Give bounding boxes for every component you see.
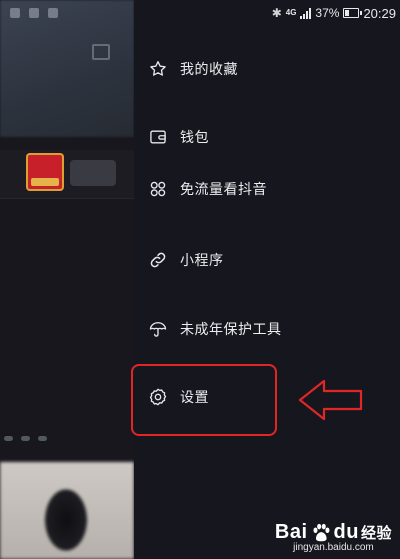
battery-percent: 37% [315,6,340,20]
menu-item-label: 免流量看抖音 [180,181,267,197]
umbrella-icon [148,319,168,339]
pointer-arrow-icon [298,379,363,421]
watermark-logo: Bai du 经验 [274,521,392,543]
background-video-card [0,0,134,137]
background-action-pill [70,160,116,186]
menu-item-free-data[interactable]: 免流量看抖音 [134,166,400,212]
status-bar: ✱ 4G 37% 20:29 [272,0,400,26]
star-icon [148,59,168,79]
menu-item-wallet[interactable]: 钱包 [134,114,400,160]
menu-item-label: 未成年保护工具 [180,321,282,337]
menu-item-minor-protection[interactable]: 未成年保护工具 [134,306,400,352]
menu-item-label: 我的收藏 [180,61,238,77]
app-screen: ✱ 4G 37% 20:29 我的收藏 钱包 免流量看抖音 小程序 未成年保护工… [0,0,400,559]
background-feed[interactable] [0,0,134,559]
background-red-envelope-icon [26,153,64,191]
signal-icon [300,7,312,19]
settings-highlight-box [131,364,277,436]
background-window-icon [92,44,110,60]
menu-item-mini-programs[interactable]: 小程序 [134,237,400,283]
background-divider [0,198,134,199]
grid-circles-icon [148,179,168,199]
bluetooth-icon: ✱ [271,6,282,20]
menu-item-label: 钱包 [180,129,209,145]
watermark-site: jingyan.baidu.com [293,542,374,553]
background-dots [4,436,47,441]
side-drawer: ✱ 4G 37% 20:29 我的收藏 钱包 免流量看抖音 小程序 未成年保护工… [134,0,400,559]
paw-icon [313,523,329,541]
wallet-icon [148,127,168,147]
background-photo-thumbnail [0,462,134,559]
menu-item-favorites[interactable]: 我的收藏 [134,46,400,92]
clock: 20:29 [363,5,396,21]
baidu-jingyan-watermark: Bai du 经验 jingyan.baidu.com [275,521,392,553]
network-type: 4G [285,8,297,17]
menu-item-label: 小程序 [180,252,224,268]
battery-icon [343,8,363,18]
background-notification-icons [10,8,58,18]
link-icon [148,250,168,270]
